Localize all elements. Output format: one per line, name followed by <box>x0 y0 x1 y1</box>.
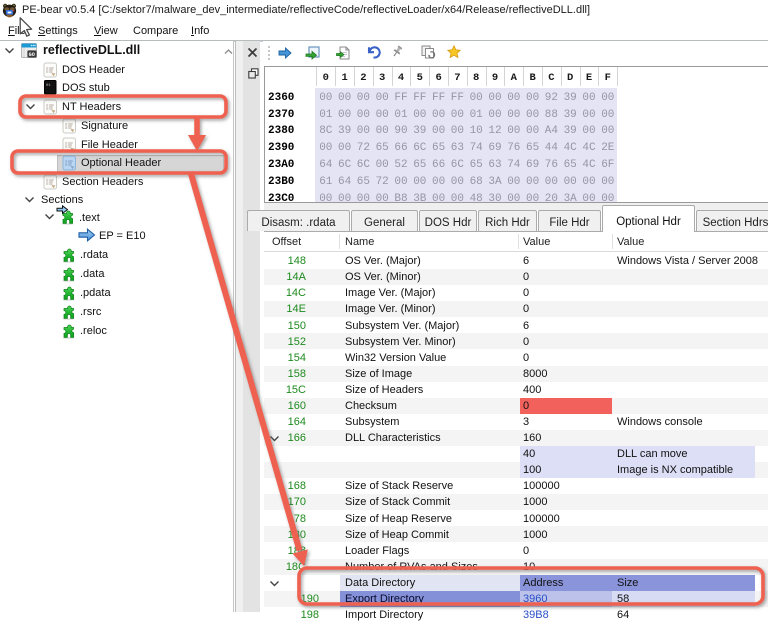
svg-text:GO: GO <box>29 52 35 58</box>
svg-text:01: 01 <box>46 84 51 88</box>
